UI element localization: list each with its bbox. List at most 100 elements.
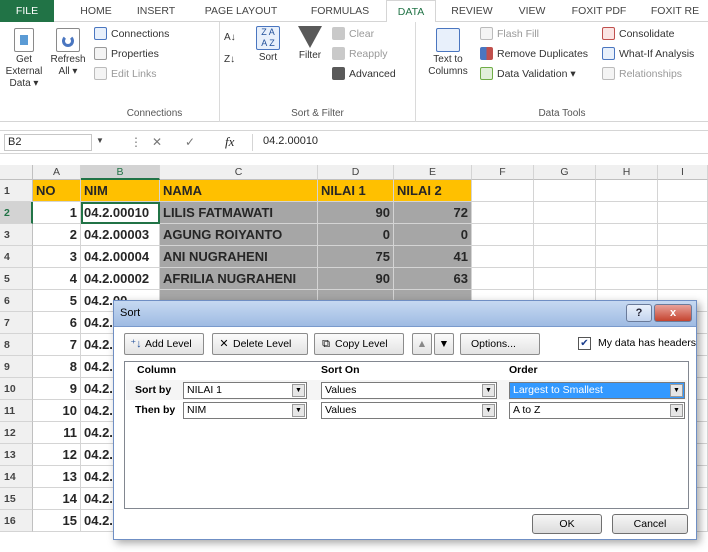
column-header-e[interactable]: E: [394, 165, 472, 180]
table-cell[interactable]: 12: [33, 444, 81, 466]
empty-cell[interactable]: [658, 180, 708, 202]
sort-button[interactable]: Z AA Z Sort: [248, 26, 288, 64]
table-cell[interactable]: 72: [394, 202, 472, 224]
table-cell[interactable]: AFRILIA NUGRAHENI: [160, 268, 318, 290]
column-header-a[interactable]: A: [33, 165, 81, 180]
header-cell[interactable]: NO: [33, 180, 81, 202]
cancel-button[interactable]: Cancel: [612, 514, 688, 534]
table-cell[interactable]: AGUNG ROIYANTO: [160, 224, 318, 246]
table-cell[interactable]: 6: [33, 312, 81, 334]
empty-cell[interactable]: [658, 202, 708, 224]
table-cell[interactable]: 90: [318, 202, 394, 224]
ok-button[interactable]: OK: [532, 514, 602, 534]
column-header-g[interactable]: G: [534, 165, 596, 180]
move-up-button[interactable]: ▲: [412, 333, 432, 355]
text-to-columns-button[interactable]: Text to Columns: [420, 28, 476, 78]
row-header[interactable]: 9: [0, 356, 33, 378]
row-header[interactable]: 3: [0, 224, 33, 246]
row-header[interactable]: 6: [0, 290, 33, 312]
row-header[interactable]: 8: [0, 334, 33, 356]
options-button[interactable]: Options...: [460, 333, 540, 355]
row-header[interactable]: 16: [0, 510, 33, 532]
insert-function-icon[interactable]: fx: [225, 134, 234, 150]
header-cell[interactable]: NIM: [81, 180, 160, 202]
add-level-button[interactable]: ⁺↓ Add Level: [124, 333, 204, 355]
column-header-f[interactable]: F: [472, 165, 534, 180]
tab-data[interactable]: DATA: [386, 0, 436, 23]
refresh-all-button[interactable]: Refresh All ▾: [48, 28, 88, 78]
sort-by-sort-on-select[interactable]: Values ▼: [321, 382, 497, 399]
tab-home[interactable]: HOME: [70, 0, 122, 22]
table-cell[interactable]: 13: [33, 466, 81, 488]
then-by-column-select[interactable]: NIM ▼: [183, 402, 307, 419]
delete-level-button[interactable]: ✕ Delete Level: [212, 333, 308, 355]
tab-view[interactable]: VIEW: [508, 0, 556, 22]
what-if-analysis-button[interactable]: What-If Analysis: [602, 46, 694, 62]
table-cell[interactable]: 2: [33, 224, 81, 246]
row-header[interactable]: 12: [0, 422, 33, 444]
row-header[interactable]: 14: [0, 466, 33, 488]
move-down-button[interactable]: ▼: [434, 333, 454, 355]
header-cell[interactable]: NAMA: [160, 180, 318, 202]
empty-cell[interactable]: [472, 180, 534, 202]
table-cell[interactable]: 04.2.00003: [81, 224, 160, 246]
empty-cell[interactable]: [596, 246, 658, 268]
formula-input[interactable]: 04.2.00010: [252, 134, 704, 151]
row-header[interactable]: 11: [0, 400, 33, 422]
table-cell[interactable]: 75: [318, 246, 394, 268]
enter-icon[interactable]: ✓: [185, 135, 195, 149]
header-cell[interactable]: NILAI 1: [318, 180, 394, 202]
tab-file[interactable]: FILE: [0, 0, 54, 22]
empty-cell[interactable]: [534, 268, 596, 290]
column-header-c[interactable]: C: [160, 165, 318, 180]
empty-cell[interactable]: [658, 246, 708, 268]
table-cell[interactable]: 7: [33, 334, 81, 356]
table-cell[interactable]: 9: [33, 378, 81, 400]
table-cell[interactable]: 1: [33, 202, 81, 224]
filter-button[interactable]: Filter: [292, 26, 328, 62]
name-box[interactable]: B2: [4, 134, 92, 151]
tab-review[interactable]: REVIEW: [442, 0, 502, 22]
empty-cell[interactable]: [472, 202, 534, 224]
consolidate-button[interactable]: Consolidate: [602, 26, 674, 42]
help-button[interactable]: ?: [626, 304, 652, 322]
connections-button[interactable]: Connections: [94, 26, 169, 42]
close-button[interactable]: x: [654, 304, 692, 322]
tab-formulas[interactable]: FORMULAS: [300, 0, 380, 22]
table-cell[interactable]: 0: [318, 224, 394, 246]
relationships-button[interactable]: Relationships: [602, 66, 682, 82]
table-cell[interactable]: 11: [33, 422, 81, 444]
remove-duplicates-button[interactable]: Remove Duplicates: [480, 46, 588, 62]
table-cell[interactable]: 04.2.00004: [81, 246, 160, 268]
row-header[interactable]: 1: [0, 180, 33, 202]
sort-by-order-select[interactable]: Largest to Smallest ▼: [509, 382, 685, 399]
tab-insert[interactable]: INSERT: [128, 0, 184, 22]
table-cell[interactable]: 63: [394, 268, 472, 290]
tab-page-layout[interactable]: PAGE LAYOUT: [190, 0, 292, 22]
empty-cell[interactable]: [596, 268, 658, 290]
row-header[interactable]: 4: [0, 246, 33, 268]
empty-cell[interactable]: [534, 180, 596, 202]
clear-button[interactable]: Clear: [332, 26, 374, 42]
table-cell[interactable]: 04.2.00002: [81, 268, 160, 290]
cancel-icon[interactable]: ✕: [152, 135, 162, 149]
tab-foxit-pdf[interactable]: FOXIT PDF: [562, 0, 636, 22]
empty-cell[interactable]: [534, 224, 596, 246]
empty-cell[interactable]: [596, 180, 658, 202]
row-header[interactable]: 10: [0, 378, 33, 400]
empty-cell[interactable]: [534, 202, 596, 224]
table-cell[interactable]: 15: [33, 510, 81, 532]
table-cell[interactable]: 5: [33, 290, 81, 312]
table-cell[interactable]: 0: [394, 224, 472, 246]
properties-button[interactable]: Properties: [94, 46, 159, 62]
reapply-button[interactable]: Reapply: [332, 46, 388, 62]
column-header-h[interactable]: H: [596, 165, 658, 180]
sort-by-column-select[interactable]: NILAI 1 ▼: [183, 382, 307, 399]
row-header[interactable]: 7: [0, 312, 33, 334]
sort-a-z-button[interactable]: A↓: [224, 30, 236, 46]
edit-links-button[interactable]: Edit Links: [94, 66, 157, 82]
empty-cell[interactable]: [596, 224, 658, 246]
column-header-b[interactable]: B: [81, 165, 160, 180]
select-all-corner[interactable]: [0, 165, 33, 180]
tab-foxit-reader[interactable]: FOXIT RE: [642, 0, 708, 22]
